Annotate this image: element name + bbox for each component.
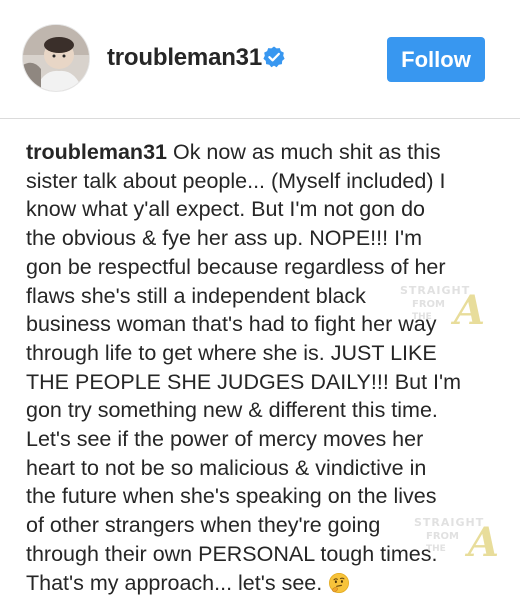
watermark-line2: FROM bbox=[412, 299, 445, 310]
caption-line: through life to get where she is. JUST L… bbox=[26, 340, 437, 365]
caption-line: heart to not be so malicious & vindictiv… bbox=[26, 455, 427, 480]
header-divider bbox=[0, 118, 520, 119]
post-header: troubleman31 Follow bbox=[0, 0, 520, 118]
caption-line: troubleman31 Ok now as much shit as this bbox=[26, 140, 441, 164]
caption-line: THE PEOPLE SHE JUDGES DAILY!!! But I'm bbox=[26, 369, 462, 394]
caption-line: gon be respectful because regardless of … bbox=[26, 254, 446, 279]
caption-line: Let's see if the power of mercy moves he… bbox=[26, 427, 424, 452]
straight-from-the-a-logo: STRAIGHT FROM THE A bbox=[400, 284, 485, 334]
caption-line: the future when she's speaking on the li… bbox=[26, 484, 437, 509]
watermark-letter: A bbox=[464, 519, 499, 562]
caption-line: That's my approach... let's see. bbox=[26, 569, 506, 598]
watermark-line3: THE bbox=[412, 312, 432, 322]
thinking-face-icon bbox=[329, 572, 350, 593]
follow-button[interactable]: Follow bbox=[387, 37, 485, 82]
caption-line: gon try something new & different this t… bbox=[26, 398, 438, 423]
avatar[interactable] bbox=[22, 24, 90, 92]
caption-username[interactable]: troubleman31 bbox=[26, 140, 167, 164]
straight-from-the-a-logo: STRAIGHT FROM THE A bbox=[414, 516, 499, 566]
watermark-line3: THE bbox=[426, 544, 446, 554]
site-watermark: STRAIGHT FROM THE A bbox=[412, 512, 520, 566]
username[interactable]: troubleman31 bbox=[107, 44, 262, 72]
caption-line: sister talk about people... (Myself incl… bbox=[26, 168, 446, 193]
watermark-letter: A bbox=[450, 287, 485, 330]
watermark-line2: FROM bbox=[426, 531, 459, 542]
caption-line: the obvious & fye her ass up. NOPE!!! I'… bbox=[26, 226, 423, 251]
verified-badge-icon bbox=[263, 46, 285, 68]
site-watermark: STRAIGHT FROM THE A bbox=[398, 280, 508, 334]
caption-line: know what y'all expect. But I'm not gon … bbox=[26, 197, 426, 222]
avatar-photo bbox=[23, 25, 89, 91]
